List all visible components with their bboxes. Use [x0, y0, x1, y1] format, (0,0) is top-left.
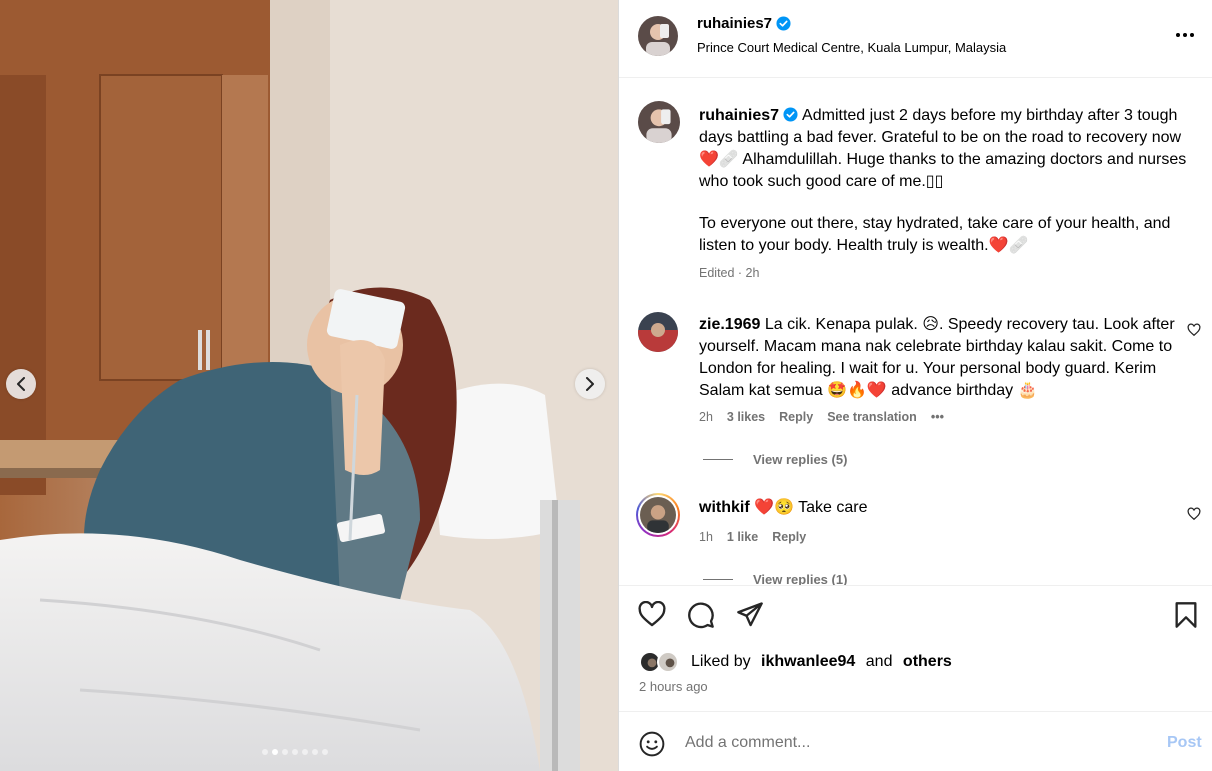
comment-reply-button[interactable]: Reply — [779, 410, 813, 424]
caption-edited: Edited · 2h — [699, 266, 760, 280]
comment-text: La cik. Kenapa pulak. 😥. Speedy recovery… — [699, 316, 1175, 399]
emoji-icon[interactable] — [639, 731, 665, 757]
liked-by-others[interactable]: others — [903, 653, 952, 671]
commenter-avatar — [638, 495, 678, 535]
author-username[interactable]: ruhainies7 — [697, 15, 791, 32]
liked-by-user[interactable]: ikhwanlee94 — [761, 653, 855, 671]
comment-options-button[interactable]: ••• — [931, 410, 944, 424]
comment-time[interactable]: 2h — [699, 410, 713, 424]
comment-username[interactable]: withkif — [699, 499, 750, 516]
bookmark-icon[interactable] — [1174, 601, 1198, 629]
chevron-right-icon — [586, 377, 594, 391]
more-icon — [1176, 33, 1180, 37]
caption-username[interactable]: ruhainies7 — [699, 107, 779, 124]
post-timestamp[interactable]: 2 hours ago — [639, 679, 708, 694]
verified-badge-icon — [776, 16, 791, 31]
add-comment-bar: Post — [619, 711, 1212, 771]
post-details-panel: ruhainies7 Prince Court Medical Centre, … — [618, 0, 1212, 771]
caption: ruhainies7 Admitted just 2 days before m… — [699, 105, 1199, 257]
carousel-dot — [312, 749, 318, 755]
commenter-avatar[interactable] — [638, 312, 678, 352]
comment-like-icon[interactable] — [1187, 323, 1201, 337]
caption-author-avatar[interactable] — [638, 101, 680, 143]
liked-by: Liked by ikhwanlee94 and others — [639, 651, 952, 673]
liked-by-joiner: and — [861, 653, 897, 670]
caption-meta: Edited · 2h — [699, 266, 759, 280]
commenter-avatar-story-ring[interactable] — [636, 493, 680, 537]
chevron-left-icon — [17, 377, 25, 391]
post-header: ruhainies7 Prince Court Medical Centre, … — [619, 0, 1212, 78]
comment-likes[interactable]: 3 likes — [727, 410, 765, 424]
caption-text-2: To everyone out there, stay hydrated, ta… — [699, 215, 1171, 254]
comment-like-icon[interactable] — [1187, 507, 1201, 521]
liker-avatars[interactable] — [639, 651, 685, 673]
post-location[interactable]: Prince Court Medical Centre, Kuala Lumpu… — [697, 40, 1006, 55]
view-replies-label[interactable]: View replies (1) — [753, 572, 847, 585]
liked-by-prefix: Liked by — [691, 653, 756, 670]
liker-avatar — [657, 651, 679, 673]
comments-list[interactable]: ruhainies7 Admitted just 2 days before m… — [619, 79, 1212, 585]
see-translation-button[interactable]: See translation — [827, 410, 917, 424]
comment-meta: 1h 1 like Reply — [699, 530, 806, 544]
comment-icon[interactable] — [687, 601, 715, 629]
carousel-dot — [322, 749, 328, 755]
comment-meta: 2h 3 likes Reply See translation ••• — [699, 410, 944, 424]
comment: withkif ❤️🥺 Take care — [699, 497, 1179, 519]
comment-reply-button[interactable]: Reply — [772, 530, 806, 544]
carousel-indicator — [262, 749, 328, 755]
post-options-button[interactable] — [1173, 26, 1197, 44]
view-replies-label[interactable]: View replies (5) — [753, 452, 847, 467]
carousel-dot — [282, 749, 288, 755]
carousel-dot — [272, 749, 278, 755]
heart-icon[interactable] — [638, 601, 666, 627]
carousel-dot — [292, 749, 298, 755]
more-icon-dot — [1183, 33, 1187, 37]
comment: zie.1969 La cik. Kenapa pulak. 😥. Speedy… — [699, 314, 1179, 402]
post-media[interactable] — [0, 0, 618, 771]
comment-input[interactable] — [685, 729, 1125, 757]
view-replies-button[interactable]: View replies (1) — [703, 572, 847, 585]
comment-time[interactable]: 1h — [699, 530, 713, 544]
share-icon[interactable] — [736, 601, 764, 627]
post-photo — [0, 0, 618, 771]
more-icon-dot — [1190, 33, 1194, 37]
carousel-dot — [302, 749, 308, 755]
comment-text: ❤️🥺 Take care — [754, 499, 868, 516]
replies-divider — [703, 459, 733, 460]
post-comment-button[interactable]: Post — [1167, 734, 1202, 752]
carousel-dot — [262, 749, 268, 755]
comment-username[interactable]: zie.1969 — [699, 316, 760, 333]
next-slide-button[interactable] — [575, 369, 605, 399]
post-actions: Liked by ikhwanlee94 and others 2 hours … — [619, 585, 1212, 711]
previous-slide-button[interactable] — [6, 369, 36, 399]
author-avatar[interactable] — [638, 16, 678, 56]
verified-badge-icon — [783, 107, 799, 122]
replies-divider — [703, 579, 733, 580]
comment-likes[interactable]: 1 like — [727, 530, 758, 544]
view-replies-button[interactable]: View replies (5) — [703, 452, 847, 467]
author-username-text[interactable]: ruhainies7 — [697, 15, 772, 32]
